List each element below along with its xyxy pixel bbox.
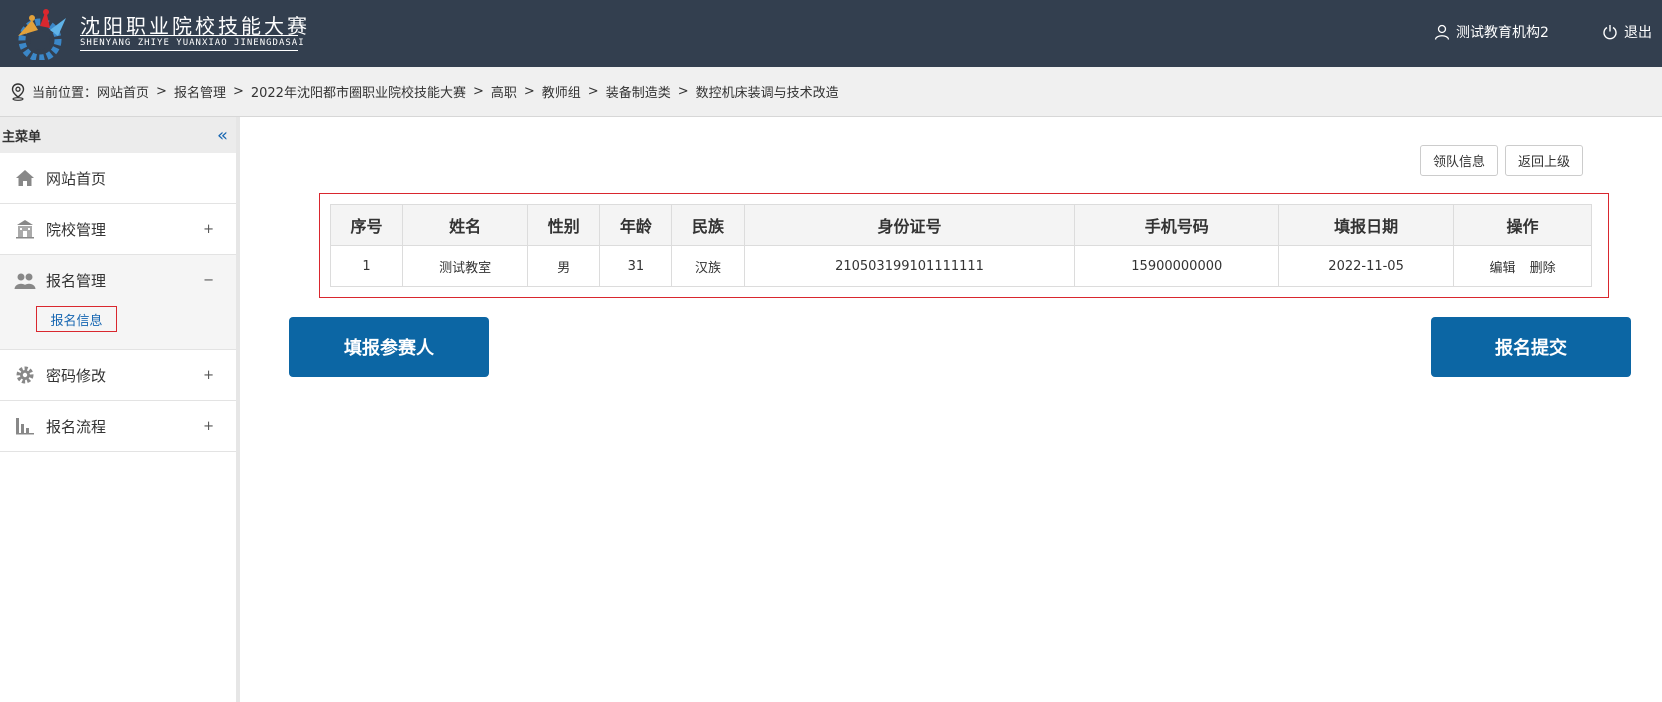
cell-date: 2022-11-05 (1278, 245, 1455, 287)
user-icon (1434, 24, 1450, 40)
table-row: 1 测试教室 男 31 汉族 210503199101111111 159000… (329, 245, 1592, 287)
column-header-date: 填报日期 (1278, 204, 1455, 246)
users-icon (14, 271, 36, 291)
back-button[interactable]: 返回上级 (1505, 145, 1583, 176)
breadcrumb: 当前位置： 网站首页 > 报名管理 > 2022年沈阳都市圈职业院校技能大赛 >… (0, 67, 1662, 117)
submit-registration-button[interactable]: 报名提交 (1431, 317, 1631, 377)
menu-header-label: 主菜单 (2, 129, 42, 145)
breadcrumb-separator: > (156, 84, 167, 99)
expand-icon[interactable]: + (203, 368, 214, 383)
home-icon (14, 168, 36, 188)
breadcrumb-competition[interactable]: 2022年沈阳都市圈职业院校技能大赛 (251, 82, 466, 101)
breadcrumb-registration[interactable]: 报名管理 (174, 82, 226, 101)
edit-link[interactable]: 编辑 (1489, 261, 1515, 276)
add-participant-button[interactable]: 填报参赛人 (289, 317, 489, 377)
breadcrumb-separator: > (472, 84, 484, 99)
cell-id-number: 210503199101111111 (743, 245, 1076, 287)
leader-info-button[interactable]: 领队信息 (1420, 145, 1498, 176)
breadcrumb-separator: > (677, 84, 689, 99)
user-account-link[interactable]: 测试教育机构2 (1434, 22, 1549, 42)
sidebar-item-school[interactable]: 院校管理 + (0, 204, 236, 255)
breadcrumb-separator: > (587, 84, 599, 99)
submenu-registration: 报名信息 (0, 306, 236, 350)
participant-table: 序号 姓名 性别 年龄 民族 身份证号 手机号码 填报日期 操作 1 测试教室 … (329, 204, 1592, 287)
power-icon (1603, 25, 1617, 40)
cell-phone: 15900000000 (1074, 245, 1280, 287)
sidebar-item-registration[interactable]: 报名管理 − (0, 255, 236, 306)
cell-name: 测试教室 (402, 245, 529, 287)
delete-link[interactable]: 删除 (1530, 261, 1556, 276)
column-header-gender: 性别 (527, 204, 601, 246)
breadcrumb-separator: > (523, 84, 535, 99)
sidebar-item-label: 报名流程 (46, 417, 107, 436)
breadcrumb-prefix: 当前位置： (32, 86, 98, 101)
breadcrumb-category[interactable]: 装备制造类 (606, 82, 671, 101)
logo-icon (18, 9, 66, 60)
subtitle-underline (80, 50, 298, 51)
sidebar-subitem-registration-info[interactable]: 报名信息 (36, 306, 117, 332)
column-header-id-number: 身份证号 (743, 204, 1076, 246)
column-header-name: 姓名 (402, 204, 529, 246)
menu-header: 主菜单 « (0, 117, 236, 153)
location-pin-icon (11, 82, 25, 101)
breadcrumb-separator: > (232, 84, 244, 99)
table-header-row: 序号 姓名 性别 年龄 民族 身份证号 手机号码 填报日期 操作 (329, 204, 1592, 246)
gear-icon (14, 365, 36, 385)
breadcrumb-level[interactable]: 高职 (491, 82, 517, 101)
column-header-phone: 手机号码 (1074, 204, 1280, 246)
sidebar-item-password[interactable]: 密码修改 + (0, 350, 236, 401)
sidebar-item-label: 网站首页 (46, 169, 107, 188)
collapse-sidebar-icon[interactable]: « (217, 125, 228, 146)
cell-ethnicity: 汉族 (671, 245, 745, 287)
sidebar-item-process[interactable]: 报名流程 + (0, 401, 236, 452)
cell-age: 31 (599, 245, 673, 287)
bar-chart-icon (14, 416, 36, 436)
cell-index: 1 (329, 245, 404, 287)
logout-button[interactable]: 退出 (1602, 22, 1652, 42)
title-divider (80, 35, 298, 36)
site-subtitle: SHENYANG ZHIYE YUANXIAO JINENGDASAI (80, 38, 305, 48)
column-header-ethnicity: 民族 (671, 204, 745, 246)
column-header-age: 年龄 (599, 204, 673, 246)
sidebar-item-home[interactable]: 网站首页 (0, 153, 236, 204)
participant-table-frame: 序号 姓名 性别 年龄 民族 身份证号 手机号码 填报日期 操作 1 测试教室 … (319, 193, 1609, 298)
user-name: 测试教育机构2 (1456, 25, 1549, 41)
school-icon (14, 219, 36, 239)
expand-icon[interactable]: + (203, 222, 214, 237)
breadcrumb-event: 数控机床装调与技术改造 (695, 86, 839, 101)
main-content: 领队信息 返回上级 序号 姓名 性别 年龄 民族 身份证号 手机号码 填报日期 … (244, 117, 1662, 702)
top-header: 沈阳职业院校技能大赛 SHENYANG ZHIYE YUANXIAO JINEN… (0, 0, 1662, 67)
logout-label: 退出 (1624, 25, 1652, 41)
sidebar-item-label: 报名管理 (46, 272, 107, 290)
cell-gender: 男 (527, 245, 601, 287)
column-header-actions: 操作 (1453, 204, 1592, 246)
column-header-index: 序号 (329, 204, 404, 246)
sidebar-item-label: 院校管理 (46, 220, 107, 239)
expand-icon[interactable]: + (203, 419, 214, 434)
sidebar: 主菜单 « 网站首页 院校管理 + 报名管理 − 报名信息 密码修改 + 报名流… (0, 117, 240, 702)
breadcrumb-group[interactable]: 教师组 (542, 82, 581, 101)
breadcrumb-home[interactable]: 网站首页 (97, 82, 149, 101)
sidebar-item-label: 密码修改 (46, 366, 107, 385)
cell-actions: 编辑 删除 (1453, 245, 1592, 287)
collapse-icon[interactable]: − (203, 273, 214, 288)
